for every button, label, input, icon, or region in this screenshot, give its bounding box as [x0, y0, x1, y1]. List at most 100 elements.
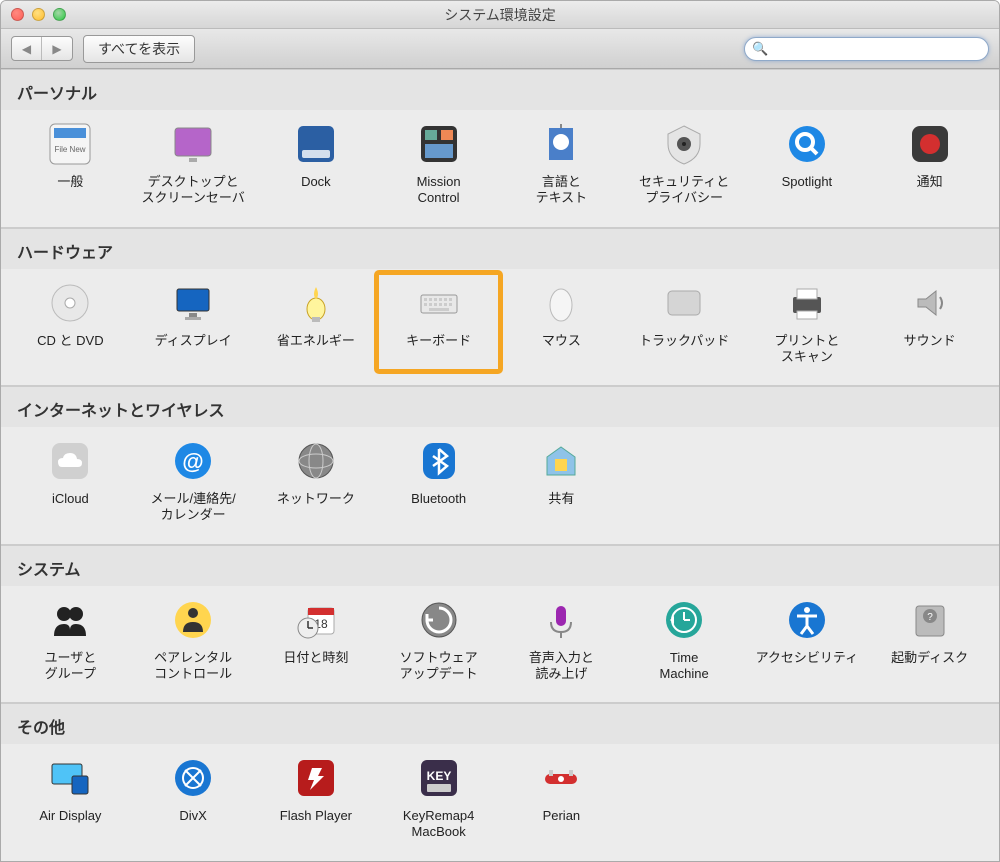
general-icon: File New — [46, 120, 94, 168]
date-time-icon: 18 — [292, 596, 340, 644]
section-body-hardware: CD と DVD ディスプレイ 省エネルギー キーボード マウス トラックパッド… — [1, 269, 999, 387]
pref-software-update[interactable]: ソフトウェア アップデート — [377, 590, 500, 689]
pref-sharing[interactable]: 共有 — [500, 431, 623, 530]
nav-buttons: ◀ ▶ — [11, 36, 73, 61]
search-icon: 🔍 — [752, 41, 768, 57]
pref-label: 省エネルギー — [277, 333, 355, 349]
pref-label: セキュリティと プライバシー — [639, 174, 729, 207]
pref-perian[interactable]: Perian — [500, 748, 623, 847]
pref-date-time[interactable]: 18 日付と時刻 — [255, 590, 378, 689]
pref-print-scan[interactable]: プリントと スキャン — [746, 273, 869, 372]
pref-icloud[interactable]: iCloud — [9, 431, 132, 530]
pref-label: 日付と時刻 — [283, 650, 348, 666]
back-button[interactable]: ◀ — [12, 37, 42, 60]
pref-flash-player[interactable]: Flash Player — [255, 748, 378, 847]
network-icon — [292, 437, 340, 485]
trackpad-icon — [660, 279, 708, 327]
pref-label: サウンド — [904, 333, 956, 349]
traffic-lights — [1, 8, 66, 21]
section-body-system: ユーザと グループ ペアレンタル コントロール 18 日付と時刻 ソフトウェア … — [1, 586, 999, 704]
pref-label: Perian — [543, 808, 581, 824]
pref-notifications[interactable]: 通知 — [868, 114, 991, 213]
pref-label: DivX — [179, 808, 206, 824]
software-update-icon — [415, 596, 463, 644]
pref-label: Spotlight — [782, 174, 833, 190]
cd-dvd-icon — [46, 279, 94, 327]
pref-label: Bluetooth — [411, 491, 466, 507]
keyremap-icon: KEY — [415, 754, 463, 802]
pref-label: ネットワーク — [277, 491, 355, 507]
pref-keyboard[interactable]: キーボード — [377, 273, 500, 372]
pref-label: 共有 — [548, 491, 574, 507]
pref-label: トラックパッド — [639, 333, 729, 349]
pref-air-display[interactable]: Air Display — [9, 748, 132, 847]
pref-label: 一般 — [57, 174, 83, 190]
pref-desktop-screensaver[interactable]: デスクトップと スクリーンセーバ — [132, 114, 255, 213]
section-header-other: その他 — [1, 703, 999, 744]
pref-label: Flash Player — [280, 808, 352, 824]
search-input[interactable] — [744, 37, 989, 61]
zoom-button[interactable] — [53, 8, 66, 21]
section-header-hardware: ハードウェア — [1, 228, 999, 269]
pref-bluetooth[interactable]: Bluetooth — [377, 431, 500, 530]
section-header-internet: インターネットとワイヤレス — [1, 386, 999, 427]
pref-time-machine[interactable]: Time Machine — [623, 590, 746, 689]
svg-text:KEY: KEY — [426, 769, 451, 783]
divx-icon — [169, 754, 217, 802]
pref-dock[interactable]: Dock — [255, 114, 378, 213]
pref-network[interactable]: ネットワーク — [255, 431, 378, 530]
pref-parental-controls[interactable]: ペアレンタル コントロール — [132, 590, 255, 689]
pref-trackpad[interactable]: トラックパッド — [623, 273, 746, 372]
pref-users-groups[interactable]: ユーザと グループ — [9, 590, 132, 689]
perian-icon — [537, 754, 585, 802]
pref-label: KeyRemap4 MacBook — [403, 808, 475, 841]
svg-text:?: ? — [927, 612, 933, 623]
pref-label: 通知 — [917, 174, 943, 190]
time-machine-icon — [660, 596, 708, 644]
section-body-other: Air Display DivX Flash Player KEY KeyRem… — [1, 744, 999, 861]
pref-sound[interactable]: サウンド — [868, 273, 991, 372]
parental-controls-icon — [169, 596, 217, 644]
pref-mouse[interactable]: マウス — [500, 273, 623, 372]
users-groups-icon — [46, 596, 94, 644]
pref-keyremap4macbook[interactable]: KEY KeyRemap4 MacBook — [377, 748, 500, 847]
pref-label: ペアレンタル コントロール — [154, 650, 232, 683]
pref-startup-disk[interactable]: ? 起動ディスク — [868, 590, 991, 689]
pref-label: Air Display — [39, 808, 101, 824]
pref-label: デスクトップと スクリーンセーバ — [142, 174, 245, 207]
pref-label: アクセシビリティ — [756, 650, 859, 666]
pref-cd-dvd[interactable]: CD と DVD — [9, 273, 132, 372]
titlebar: システム環境設定 — [1, 1, 999, 29]
minimize-button[interactable] — [32, 8, 45, 21]
pref-displays[interactable]: ディスプレイ — [132, 273, 255, 372]
pref-label: プリントと スキャン — [774, 333, 839, 366]
pref-energy-saver[interactable]: 省エネルギー — [255, 273, 378, 372]
pref-label: マウス — [542, 333, 581, 349]
pref-spotlight[interactable]: Spotlight — [746, 114, 869, 213]
section-body-internet: iCloud @ メール/連絡先/ カレンダー ネットワーク Bluetooth… — [1, 427, 999, 545]
displays-icon — [169, 279, 217, 327]
search-field-wrap: 🔍 — [744, 37, 989, 61]
section-header-personal: パーソナル — [1, 69, 999, 110]
pref-mail-contacts-calendars[interactable]: @ メール/連絡先/ カレンダー — [132, 431, 255, 530]
pref-language-text[interactable]: 言語と テキスト — [500, 114, 623, 213]
pref-accessibility[interactable]: アクセシビリティ — [746, 590, 869, 689]
pref-mission-control[interactable]: Mission Control — [377, 114, 500, 213]
desktop-screensaver-icon — [169, 120, 217, 168]
pref-divx[interactable]: DivX — [132, 748, 255, 847]
keyboard-icon — [415, 279, 463, 327]
pref-dictation-speech[interactable]: 音声入力と 読み上げ — [500, 590, 623, 689]
air-display-icon — [46, 754, 94, 802]
show-all-button[interactable]: すべてを表示 — [83, 35, 195, 63]
pref-general[interactable]: File New 一般 — [9, 114, 132, 213]
pref-label: Time Machine — [660, 650, 709, 683]
icloud-icon — [46, 437, 94, 485]
forward-button[interactable]: ▶ — [42, 37, 72, 60]
pref-label: iCloud — [52, 491, 89, 507]
pref-label: キーボード — [406, 333, 471, 349]
notifications-icon — [906, 120, 954, 168]
accessibility-icon — [783, 596, 831, 644]
close-button[interactable] — [11, 8, 24, 21]
toolbar: ◀ ▶ すべてを表示 🔍 — [1, 29, 999, 69]
pref-security-privacy[interactable]: セキュリティと プライバシー — [623, 114, 746, 213]
